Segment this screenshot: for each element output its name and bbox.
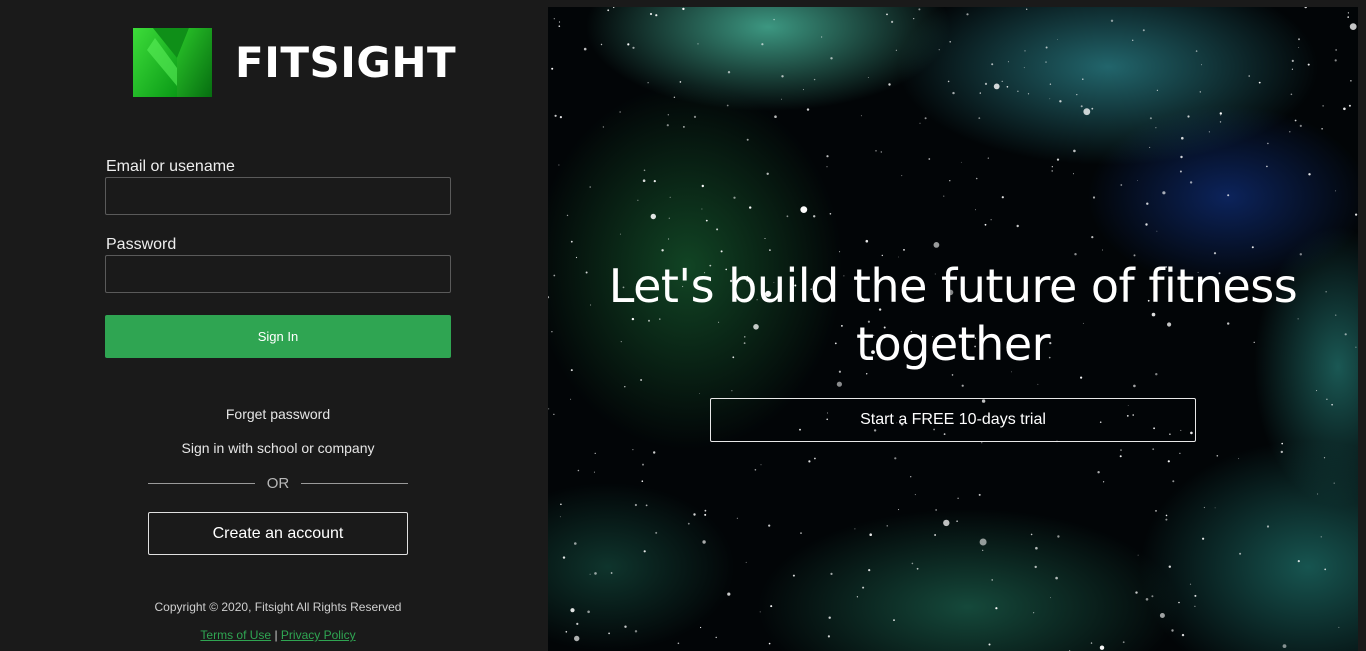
- hero-title: Let's build the future of fitness togeth…: [608, 259, 1298, 371]
- divider-line-right: [301, 483, 408, 484]
- legal-links: Terms of Use | Privacy Policy: [105, 628, 451, 642]
- hero-panel: Let's build the future of fitness togeth…: [548, 7, 1358, 651]
- free-trial-button[interactable]: Start a FREE 10-days trial: [710, 398, 1196, 442]
- password-label: Password: [106, 236, 177, 253]
- email-label: Email or usename: [106, 158, 235, 175]
- create-account-button[interactable]: Create an account: [148, 512, 408, 555]
- sso-signin-link[interactable]: Sign in with school or company: [105, 440, 451, 456]
- terms-of-use-link[interactable]: Terms of Use: [200, 628, 271, 642]
- privacy-policy-link[interactable]: Privacy Policy: [281, 628, 356, 642]
- password-field[interactable]: [105, 255, 451, 293]
- forget-password-link[interactable]: Forget password: [105, 406, 451, 422]
- brand: FITSIGHT: [133, 28, 456, 97]
- sign-in-button[interactable]: Sign In: [105, 315, 451, 358]
- check-logo-icon: [133, 28, 212, 97]
- brand-name: FITSIGHT: [235, 38, 457, 87]
- or-divider: OR: [148, 474, 408, 494]
- legal-separator: |: [274, 628, 278, 642]
- email-field[interactable]: [105, 177, 451, 215]
- copyright-text: Copyright © 2020, Fitsight All Rights Re…: [154, 600, 402, 614]
- login-panel: FITSIGHT Email or usename Password Sign …: [0, 0, 548, 651]
